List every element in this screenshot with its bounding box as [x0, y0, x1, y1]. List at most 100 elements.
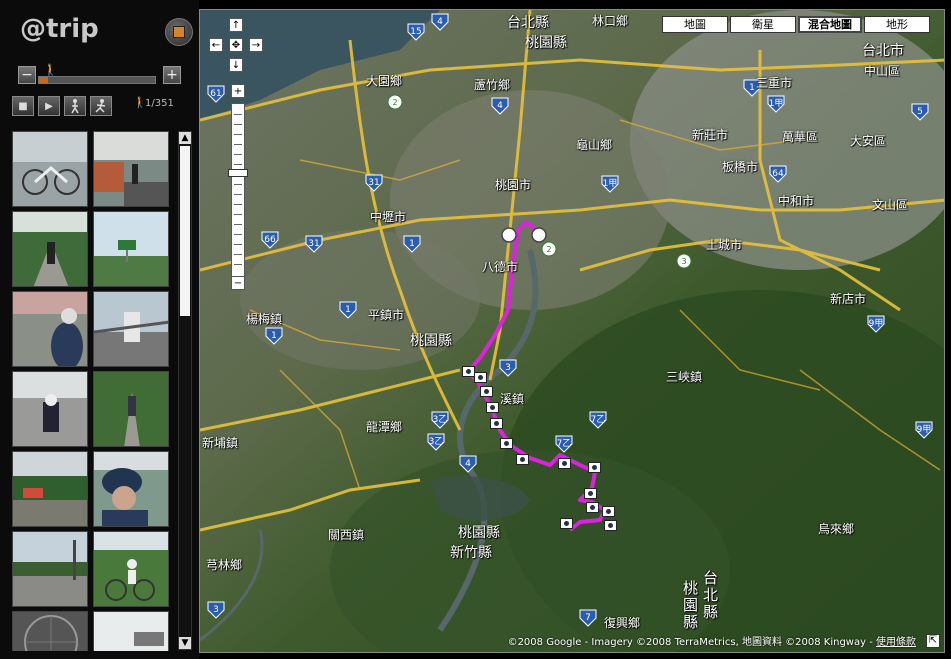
photo-thumbnail[interactable]	[12, 451, 88, 527]
photo-thumbnail[interactable]	[93, 211, 169, 287]
photo-thumbnail[interactable]	[93, 371, 169, 447]
place-label: 蘆竹鄉	[474, 78, 511, 92]
svg-text:66: 66	[264, 235, 276, 245]
map-type-satellite-button[interactable]: 衛星	[730, 16, 796, 33]
place-label: 大安區	[850, 134, 887, 148]
photo-marker-icon[interactable]	[474, 372, 487, 383]
svg-text:9甲: 9甲	[869, 318, 884, 329]
place-label: 文山區	[872, 198, 909, 212]
zoom-slider-track[interactable]	[231, 103, 245, 279]
walker-marker-icon[interactable]: 🚶	[43, 63, 58, 77]
run-icon	[95, 99, 106, 113]
svg-text:31: 31	[308, 239, 319, 249]
photo-marker-icon[interactable]	[500, 438, 513, 449]
photo-thumbnail[interactable]	[93, 131, 169, 207]
photo-marker-icon[interactable]	[588, 462, 601, 473]
photo-thumbnail[interactable]	[93, 451, 169, 527]
photo-marker-icon[interactable]	[604, 520, 617, 531]
photo-marker-icon[interactable]	[558, 458, 571, 469]
svg-text:31: 31	[368, 178, 379, 188]
photo-thumbnail[interactable]	[12, 291, 88, 367]
photo-marker-icon[interactable]	[586, 502, 599, 513]
svg-text:61: 61	[210, 89, 221, 99]
map-zoom-in-button[interactable]: +	[231, 84, 245, 98]
photo-thumbnail[interactable]	[12, 611, 88, 651]
thumbnail-scrollbar[interactable]: ▲ ▼	[178, 131, 192, 650]
place-label: 復興鄉	[604, 616, 641, 630]
pan-down-button[interactable]: ↓	[229, 58, 243, 72]
pan-right-button[interactable]: →	[249, 38, 263, 52]
photo-thumbnail[interactable]	[93, 291, 169, 367]
photo-thumbnail[interactable]	[12, 131, 88, 207]
place-label: 關西鎮	[328, 528, 365, 542]
photo-counter: 1/351	[145, 98, 174, 109]
resize-corner-icon[interactable]: ⇱	[926, 634, 940, 648]
scroll-up-arrow-icon[interactable]: ▲	[179, 132, 191, 144]
photo-thumbnail[interactable]	[93, 531, 169, 607]
svg-text:7乙: 7乙	[591, 414, 606, 425]
svg-text:3乙: 3乙	[429, 436, 444, 447]
zoom-slider-knob[interactable]	[228, 169, 248, 177]
place-label: 台北市	[862, 43, 904, 59]
menu-button[interactable]	[165, 18, 193, 46]
svg-text:2: 2	[392, 98, 397, 107]
stop-button[interactable]: ■	[12, 96, 34, 116]
terms-link[interactable]: 使用條款	[876, 637, 916, 648]
photo-marker-icon[interactable]	[486, 402, 499, 413]
play-button[interactable]: ▶	[38, 96, 60, 116]
pan-left-button[interactable]: ←	[209, 38, 223, 52]
svg-text:7乙: 7乙	[557, 438, 572, 449]
photo-thumbnail[interactable]	[12, 371, 88, 447]
square-icon	[173, 26, 185, 38]
place-label: 桃園市	[495, 178, 532, 192]
map-copyright: ©2008 Google - Imagery ©2008 TerraMetric…	[508, 633, 916, 648]
photo-thumbnail[interactable]	[12, 211, 88, 287]
place-label: 新埔鎮	[202, 436, 239, 450]
map-type-terrain-button[interactable]: 地形	[864, 16, 930, 33]
svg-text:4: 4	[497, 101, 503, 111]
svg-text:15: 15	[410, 27, 421, 37]
svg-text:7: 7	[585, 613, 591, 623]
map-type-map-button[interactable]: 地圖	[662, 16, 728, 33]
photo-marker-icon[interactable]	[490, 418, 503, 429]
photo-marker-icon[interactable]	[584, 488, 597, 499]
photo-marker-icon[interactable]	[480, 386, 493, 397]
walk-icon	[71, 99, 79, 114]
svg-text:9甲: 9甲	[917, 424, 932, 435]
photo-thumbnail[interactable]	[12, 531, 88, 607]
place-label: 台北縣	[507, 15, 549, 31]
place-label: 新莊市	[692, 128, 729, 142]
place-label: 新店市	[830, 292, 867, 306]
map-type-hybrid-button[interactable]: 混合地圖	[798, 16, 862, 33]
pan-center-button[interactable]: ✥	[229, 38, 243, 52]
photo-marker-icon[interactable]	[516, 454, 529, 465]
walk-speed-button[interactable]	[64, 96, 86, 116]
place-label: 台北縣	[701, 570, 719, 621]
photo-marker-icon[interactable]	[560, 518, 573, 529]
svg-text:1: 1	[749, 83, 755, 93]
scrollbar-thumb[interactable]	[180, 146, 190, 316]
place-label: 楊梅鎮	[246, 312, 283, 326]
place-label: 三重市	[756, 76, 793, 90]
scroll-down-arrow-icon[interactable]: ▼	[179, 637, 191, 649]
place-label: 烏來鄉	[818, 522, 855, 536]
photo-thumbnail-list	[12, 131, 172, 651]
place-label: 大園鄉	[366, 74, 403, 88]
timeline-progress-fill	[39, 77, 49, 83]
place-label: 龍潭鄉	[366, 420, 403, 434]
timeline-plus-button[interactable]: +	[163, 66, 181, 84]
place-label: 龜山鄉	[576, 138, 613, 152]
place-label: 中壢市	[370, 210, 407, 224]
photo-thumbnail[interactable]	[93, 611, 169, 651]
app-logo: @trip	[20, 14, 99, 44]
timeline-minus-button[interactable]: −	[18, 66, 36, 84]
place-label: 八德市	[482, 260, 519, 274]
map-zoom-out-button[interactable]: −	[231, 276, 245, 290]
place-label: 中山區	[864, 64, 901, 78]
timeline-progress-bar[interactable]	[38, 76, 156, 84]
pan-up-button[interactable]: ↑	[229, 18, 243, 32]
map-view[interactable]: 4 15 61 4 31 31 66 1 1 1 3 4 3乙 3乙 7乙 7乙…	[199, 9, 945, 653]
run-speed-button[interactable]	[90, 96, 112, 116]
svg-text:1: 1	[345, 305, 351, 315]
photo-marker-icon[interactable]	[602, 506, 615, 517]
